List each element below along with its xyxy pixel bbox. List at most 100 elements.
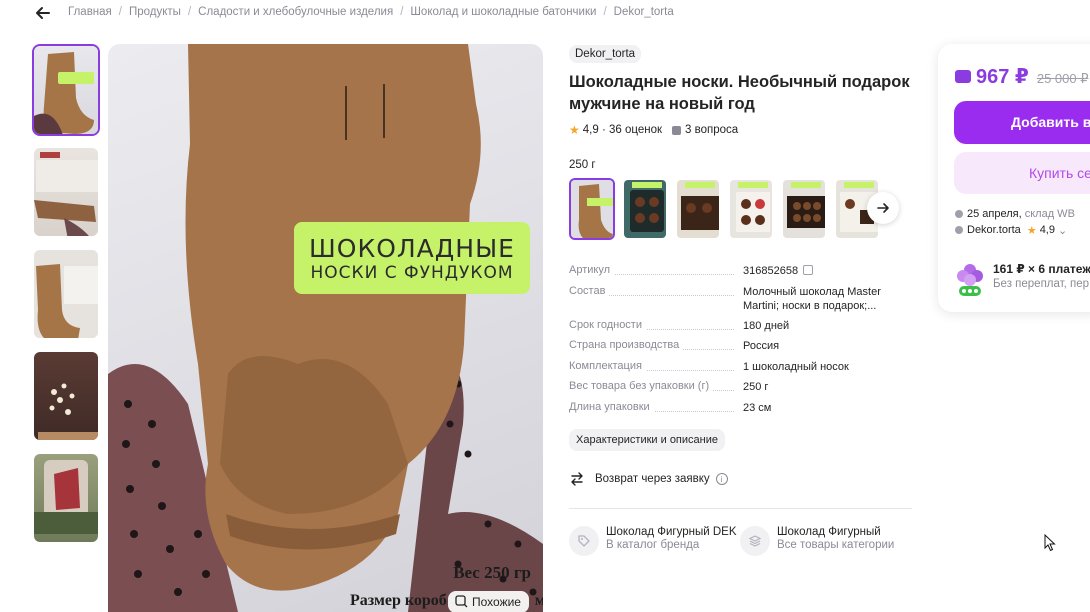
rating-value[interactable]: 4,9 [583, 124, 599, 136]
spec-row: Вес товара без упаковки (г) 250 г [569, 380, 914, 401]
installment-icon [955, 262, 985, 298]
ratings-count[interactable]: · 36 оценок [602, 124, 662, 136]
chevron-down-icon: ⌄ [1057, 224, 1068, 237]
delivery-info: 25 апреля, склад WB Dekor.torta ★ 4,9 ⌄ [955, 206, 1075, 238]
variant-4[interactable] [728, 178, 774, 240]
seller-icon [955, 226, 963, 234]
spec-value: Россия [743, 340, 780, 353]
thumbnail-4[interactable] [32, 350, 100, 442]
brand-link-title: Шоколад Фигурный DEK [606, 526, 737, 538]
photo-label-line2: НОСКИ С ФУНДУКОМ [310, 262, 514, 283]
seller-name: Dekor.torta [967, 224, 1021, 236]
price-line: 967 ₽ 25 000 ₽ [955, 64, 1089, 89]
delivery-date: 25 апреля, [967, 208, 1022, 220]
delivery-icon [955, 210, 963, 218]
carousel-next-button[interactable] [867, 192, 899, 224]
spec-value: Молочный шоколад Master Martini; носки в… [743, 285, 881, 312]
spec-row: Срок годности 180 дней [569, 318, 914, 340]
spec-key: Комплектация [569, 359, 646, 372]
spec-row: Страна производства Россия [569, 339, 914, 360]
weight-option-label: 250 г [569, 159, 596, 171]
divider [569, 508, 912, 509]
product-info: Dekor_torta Шоколадные носки. Необычный … [569, 44, 914, 556]
spec-row: Артикул 316852658 [569, 264, 914, 285]
thumbnail-5[interactable] [32, 452, 100, 544]
thumbnail-1[interactable] [32, 44, 100, 136]
category-link[interactable]: Шоколад Фигурный Все товары категории [740, 526, 894, 556]
photo-label-line1: ШОКОЛАДНЫЕ [309, 233, 515, 263]
search-image-icon [455, 595, 468, 608]
variant-1[interactable] [569, 178, 615, 240]
add-to-cart-button[interactable]: Добавить в [954, 101, 1090, 144]
seller-row[interactable]: Dekor.torta ★ 4,9 ⌄ [955, 222, 1075, 238]
similar-button[interactable]: Похожие [448, 591, 529, 612]
spec-value: 316852658 [743, 265, 799, 277]
spec-row: Комплектация 1 шоколадный носок [569, 359, 914, 381]
return-arrows-icon [571, 472, 583, 486]
variant-2[interactable] [622, 178, 668, 240]
copy-icon[interactable] [803, 265, 814, 275]
old-price: 25 000 ₽ [1036, 71, 1089, 86]
similar-button-label: Похожие [472, 595, 521, 609]
category-link-title: Шоколад Фигурный [777, 526, 881, 538]
thumbnail-list [32, 44, 102, 554]
breadcrumb: Главная / Продукты / Сладости и хлебобулочны… [68, 6, 674, 18]
product-title: Шоколадные носки. Необычный подарок мужч… [569, 73, 910, 113]
spec-key: Артикул [569, 264, 615, 276]
variant-carousel [569, 178, 909, 240]
characteristics-button[interactable]: Характеристики и описание [569, 429, 725, 451]
star-icon: ★ [569, 123, 580, 137]
spec-value: 180 дней [743, 319, 790, 332]
stack-icon [740, 526, 770, 556]
specs-table: Артикул 316852658 Состав Молочный шокола… [569, 264, 914, 422]
thumbnail-2[interactable] [32, 146, 100, 238]
questions-label: 3 вопроса [685, 124, 739, 136]
seller-rating: 4,9 [1039, 224, 1055, 236]
mouse-cursor-icon [1044, 534, 1056, 552]
installment-offer[interactable]: 161 ₽ × 6 платежей Без переплат, пер [955, 262, 1090, 298]
arrow-left-icon[interactable] [34, 4, 52, 22]
info-icon[interactable]: i [715, 473, 728, 485]
brand-link-subtitle: В каталог бренда [606, 539, 700, 551]
return-label: Возврат через заявку [595, 473, 710, 485]
questions-link[interactable]: 3 вопроса [672, 124, 738, 136]
spec-value: 250 г [743, 381, 769, 394]
photo-promo-label: ШОКОЛАДНЫЕ НОСКИ С ФУНДУКОМ [294, 222, 530, 294]
variant-3[interactable] [675, 178, 721, 240]
wallet-icon [955, 70, 971, 83]
variant-5[interactable] [781, 178, 827, 240]
spec-value: 23 см [743, 401, 772, 414]
photo-box-text-start: Размер короб [350, 592, 447, 609]
brand-catalog-link[interactable]: Шоколад Фигурный DEK В каталог бренда [569, 526, 737, 556]
category-link-subtitle: Все товары категории [777, 539, 895, 551]
tag-icon [569, 526, 599, 556]
spec-key: Страна производства [569, 339, 684, 352]
current-price: 967 ₽ [976, 66, 1029, 88]
question-icon [672, 125, 682, 135]
main-product-photo[interactable]: ШОКОЛАДНЫЕ НОСКИ С ФУНДУКОМ Вес 250 гр Р… [108, 44, 543, 612]
brand-chip[interactable]: Dekor_torta [569, 45, 642, 63]
breadcrumb-item-brand[interactable]: Dekor_torta [614, 6, 674, 18]
delivery-place: склад WB [1024, 208, 1075, 220]
price-card: 967 ₽ 25 000 ₽ Добавить в Купить се 25 а… [938, 44, 1090, 312]
thumbnail-3[interactable] [32, 248, 100, 340]
breadcrumb-item-sweets[interactable]: Сладости и хлебобулочные изделия [198, 6, 393, 18]
spec-key: Вес товара без упаковки (г) [569, 380, 714, 393]
spec-key: Срок годности [569, 318, 646, 331]
buy-now-button[interactable]: Купить се [954, 152, 1090, 194]
breadcrumb-item-chocolate[interactable]: Шоколад и шоколадные батончики [410, 6, 596, 18]
spec-row: Состав Молочный шоколад Master Martini; … [569, 284, 914, 319]
rating-line: ★ 4,9 · 36 оценок 3 вопроса [569, 123, 914, 137]
photo-box-text-end: м [534, 592, 543, 609]
installment-subtitle: Без переплат, пер [993, 278, 1090, 290]
return-policy: Возврат через заявку i [569, 471, 728, 487]
top-bar: Главная / Продукты / Сладости и хлебобулочны… [0, 0, 1090, 26]
spec-key: Длина упаковки [569, 400, 654, 413]
installment-title: 161 ₽ × 6 платежей [993, 262, 1090, 276]
breadcrumb-item-products[interactable]: Продукты [129, 6, 181, 18]
spec-row: Длина упаковки 23 см [569, 400, 914, 422]
star-icon: ★ [1026, 224, 1037, 237]
spec-key: Состав [569, 284, 610, 297]
arrow-right-icon [877, 203, 889, 213]
breadcrumb-item-home[interactable]: Главная [68, 6, 112, 18]
